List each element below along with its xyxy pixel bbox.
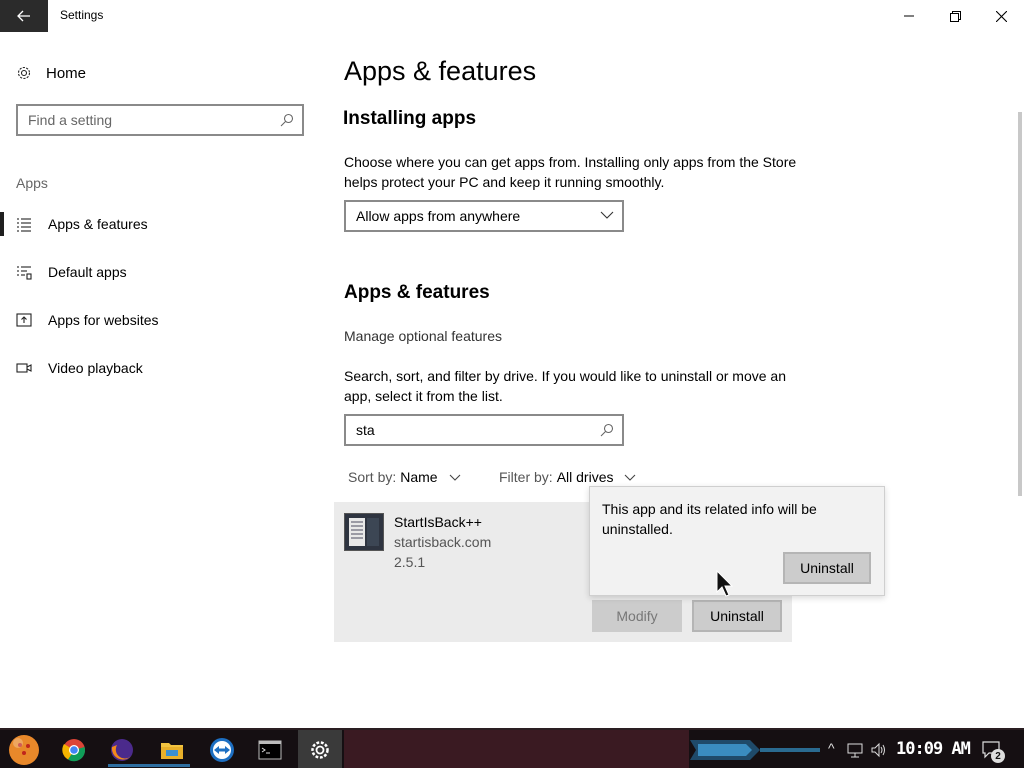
search-placeholder: Find a setting — [28, 112, 113, 128]
start-orb-icon[interactable] — [6, 734, 42, 766]
system-clock[interactable]: 10:09 AM — [896, 739, 971, 759]
chevron-down-icon — [449, 474, 460, 481]
chevron-down-icon — [625, 474, 636, 481]
show-hidden-icons-icon[interactable]: ^ — [828, 740, 835, 756]
firefox-icon[interactable] — [106, 734, 138, 766]
settings-gear-icon[interactable] — [298, 730, 342, 768]
volume-icon[interactable] — [870, 742, 888, 758]
filter-by-dropdown[interactable]: Filter by: All drives — [499, 469, 637, 485]
search-icon — [600, 423, 614, 437]
sidebar-item-label: Video playback — [48, 360, 143, 376]
taskbar-empty-area — [344, 730, 689, 768]
page-title: Apps & features — [344, 56, 537, 86]
filter-label: Filter by: — [499, 469, 553, 485]
sidebar-item-label: Apps & features — [48, 216, 148, 232]
sidebar-item-video-playback[interactable]: Video playback — [0, 348, 320, 388]
window-title: Settings — [60, 8, 104, 22]
search-icon — [280, 113, 294, 127]
notification-count-badge: 2 — [991, 749, 1005, 763]
apps-list-icon — [17, 218, 31, 232]
video-icon — [16, 363, 32, 373]
apps-features-description: Search, sort, and filter by drive. If yo… — [344, 368, 786, 404]
mouse-cursor-icon — [716, 570, 734, 597]
gear-icon — [17, 66, 31, 80]
taskbar-active-indicator — [108, 764, 156, 767]
uninstall-button[interactable]: Uninstall — [692, 600, 782, 632]
dropdown-value: Allow apps from anywhere — [356, 208, 521, 224]
scrollbar[interactable] — [1018, 112, 1022, 496]
home-nav[interactable]: Home — [16, 62, 86, 84]
sidebar-item-label: Default apps — [48, 264, 127, 280]
app-publisher: startisback.com — [394, 534, 492, 550]
app-list-search-input[interactable]: sta — [344, 414, 624, 446]
home-label: Home — [46, 64, 87, 82]
close-icon — [995, 10, 1007, 22]
restore-button[interactable] — [932, 0, 978, 32]
restore-icon — [949, 10, 961, 22]
modify-button: Modify — [592, 600, 682, 632]
minimize-icon — [904, 15, 914, 17]
manage-optional-features-link[interactable]: Manage optional features — [344, 328, 502, 344]
apps-features-heading: Apps & features — [344, 282, 490, 303]
file-explorer-icon[interactable] — [156, 734, 188, 766]
startisback-app-icon — [344, 513, 384, 551]
back-arrow-icon — [17, 10, 30, 22]
app-source-dropdown[interactable]: Allow apps from anywhere — [344, 200, 624, 232]
sidebar-group-label: Apps — [16, 175, 48, 191]
minimize-button[interactable] — [886, 0, 932, 32]
sidebar-item-apps-features[interactable]: Apps & features — [0, 204, 320, 244]
default-apps-icon — [17, 266, 32, 280]
sort-label: Sort by: — [348, 469, 397, 485]
app-name: StartIsBack++ — [394, 514, 482, 530]
confirm-uninstall-button[interactable]: Uninstall — [783, 552, 871, 584]
taskbar-active-indicator — [156, 764, 190, 767]
filter-value: All drives — [556, 469, 614, 485]
search-value: sta — [356, 422, 375, 438]
action-center-button[interactable]: 2 — [980, 738, 1006, 764]
close-button[interactable] — [978, 0, 1024, 32]
taskbar: ^ 10:09 AM 2 — [0, 728, 1024, 768]
sidebar-item-default-apps[interactable]: Default apps — [0, 252, 320, 292]
chevron-down-icon — [600, 211, 614, 219]
flyout-message: This app and its related info will be un… — [602, 501, 817, 537]
teamviewer-icon[interactable] — [206, 734, 238, 766]
installing-apps-description: Choose where you can get apps from. Inst… — [344, 154, 797, 190]
installing-apps-heading: Installing apps — [343, 108, 477, 129]
chrome-icon[interactable] — [58, 734, 90, 766]
sidebar-item-apps-websites[interactable]: Apps for websites — [0, 300, 320, 340]
apps-websites-icon — [16, 313, 32, 327]
back-button[interactable] — [0, 0, 48, 32]
sidebar-item-label: Apps for websites — [48, 312, 159, 328]
taskbar-decoration — [690, 740, 820, 760]
sort-value: Name — [400, 469, 438, 485]
app-version: 2.5.1 — [394, 554, 426, 570]
network-icon[interactable] — [846, 742, 864, 758]
command-prompt-icon[interactable] — [254, 734, 286, 766]
sort-by-dropdown[interactable]: Sort by: Name — [348, 469, 462, 485]
find-setting-search[interactable]: Find a setting — [16, 104, 304, 136]
title-bar: Settings — [0, 0, 1024, 32]
